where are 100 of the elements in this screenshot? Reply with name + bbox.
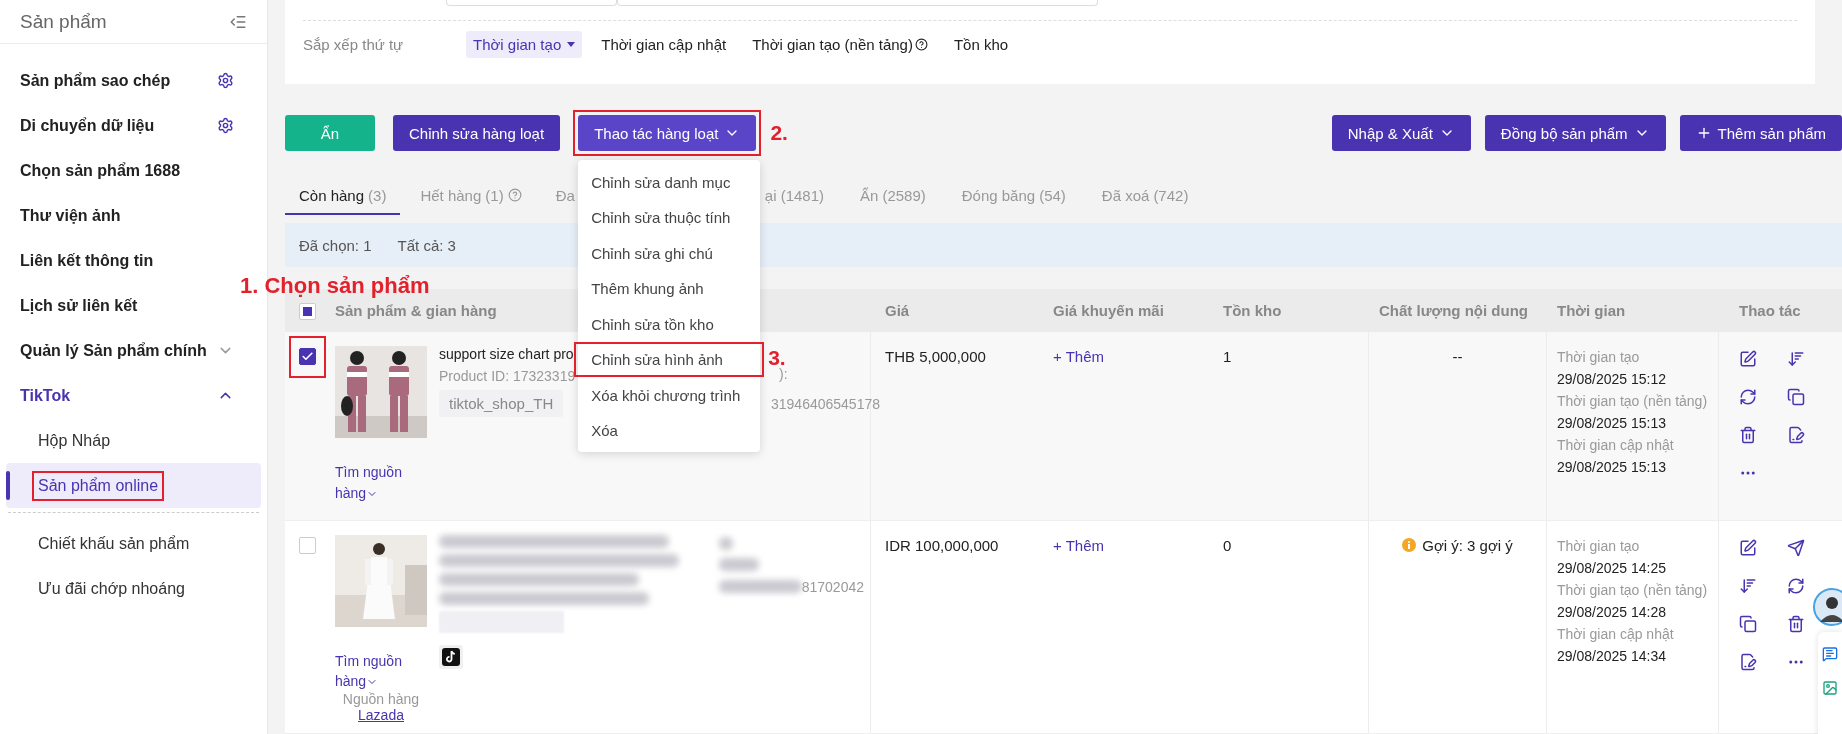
copy-icon[interactable] bbox=[1739, 614, 1757, 633]
find-source-link[interactable]: Tìm nguồn hàng bbox=[335, 462, 415, 504]
stock: 1 bbox=[1223, 348, 1233, 366]
sort-option[interactable]: Thời gian cập nhật bbox=[594, 31, 734, 58]
toolbar-button[interactable]: Nhập & Xuất bbox=[1331, 115, 1471, 152]
selection-bar bbox=[6, 471, 10, 500]
toolbar-button[interactable]: Thao tác hàng loạt bbox=[578, 115, 757, 152]
quality-hint: Gợi ý: 3 gợi ý bbox=[1402, 536, 1513, 554]
input-field[interactable] bbox=[446, 0, 617, 6]
column-header: Tồn kho bbox=[1222, 302, 1283, 320]
sort-option[interactable]: Thời gian tạo bbox=[466, 31, 583, 58]
send-icon[interactable] bbox=[1787, 538, 1805, 557]
menu-item[interactable]: Chỉnh sửa hình ảnh bbox=[578, 341, 761, 378]
time-value: 29/08/2025 14:28 bbox=[1557, 602, 1667, 622]
toolbar-button[interactable]: Chỉnh sửa hàng loạt bbox=[393, 115, 561, 152]
total-count: Tất cả: 3 bbox=[397, 236, 456, 254]
sort-icon[interactable] bbox=[1739, 576, 1757, 595]
time-label: Thời gian cập nhật bbox=[1557, 624, 1675, 644]
sidebar-item[interactable]: Hộp Nháp bbox=[6, 418, 261, 463]
copy-icon[interactable] bbox=[1787, 388, 1805, 407]
select-all-checkbox[interactable] bbox=[299, 302, 316, 320]
sort-option[interactable]: Tồn kho bbox=[946, 31, 1016, 58]
image-icon[interactable] bbox=[1822, 680, 1838, 696]
chat-icon[interactable] bbox=[1822, 646, 1838, 662]
input-field[interactable] bbox=[617, 0, 1098, 6]
selected-count: Đã chọn: 1 bbox=[299, 236, 372, 254]
time-value: 29/08/2025 14:25 bbox=[1557, 558, 1667, 578]
menu-item[interactable]: Xóa bbox=[578, 412, 761, 449]
tab[interactable]: Còn hàng (3) bbox=[285, 177, 401, 216]
column-header: Giá bbox=[884, 302, 911, 320]
sort-option[interactable]: Thời gian tạo (nền tảng) bbox=[745, 31, 935, 58]
sidebar-item[interactable]: Liên kết thông tin bbox=[0, 238, 238, 283]
time-value: 29/08/2025 15:13 bbox=[1557, 414, 1667, 434]
time-label: Thời gian tạo bbox=[1557, 536, 1641, 556]
sidebar-item[interactable]: Di chuyển dữ liệu bbox=[0, 103, 238, 148]
edit-icon[interactable] bbox=[1739, 350, 1757, 369]
add-product-button[interactable]: Thêm sản phẩm bbox=[1679, 115, 1842, 152]
sidebar-title: Sản phẩm bbox=[20, 10, 107, 33]
add-promo-link[interactable]: + Thêm bbox=[1053, 536, 1195, 554]
price: THB 5,000,000 bbox=[885, 348, 987, 366]
sort-label: Sắp xếp thứ tự bbox=[303, 36, 405, 53]
time-label: Thời gian cập nhật bbox=[1557, 436, 1675, 456]
time-value: 29/08/2025 15:13 bbox=[1557, 458, 1667, 478]
time-label: Thời gian tạo bbox=[1557, 348, 1641, 368]
column-header: Thao tác bbox=[1738, 302, 1802, 320]
menu-item[interactable]: Chỉnh sửa tồn kho bbox=[578, 306, 761, 342]
source-link[interactable]: Lazada bbox=[358, 707, 404, 724]
sku-text: 81702042 bbox=[801, 578, 864, 595]
sidebar-item[interactable]: Sản phẩm sao chép bbox=[0, 58, 238, 103]
sidebar-group[interactable]: Quản lý Sản phẩm chính bbox=[0, 328, 238, 373]
source-label: Nguồn hàng bbox=[342, 691, 420, 708]
sidebar-group[interactable]: TikTok bbox=[0, 373, 238, 418]
trash-icon[interactable] bbox=[1739, 426, 1757, 445]
add-promo-link[interactable]: + Thêm bbox=[1053, 348, 1195, 366]
blurred-text bbox=[719, 536, 733, 550]
settings-icon[interactable] bbox=[217, 72, 234, 89]
annotation-label: 1. Chọn sản phẩm bbox=[240, 272, 430, 298]
column-header: Chất lượng nội dung bbox=[1378, 302, 1529, 320]
sku-text: 31946406545178 bbox=[771, 396, 880, 413]
time-value: 29/08/2025 15:12 bbox=[1557, 370, 1667, 390]
annotation-label: 3. bbox=[768, 345, 786, 369]
sidebar-item[interactable]: Chọn sản phẩm 1688 bbox=[0, 148, 238, 193]
info-icon bbox=[1402, 538, 1417, 553]
sort-icon[interactable] bbox=[1787, 350, 1805, 369]
menu-item[interactable]: Chỉnh sửa thuộc tính bbox=[578, 199, 761, 236]
sidebar-item[interactable]: Lịch sử liên kết bbox=[0, 283, 238, 328]
checkbox[interactable] bbox=[299, 348, 316, 366]
menu-item[interactable]: Chỉnh sửa ghi chú bbox=[578, 235, 761, 271]
avatar bbox=[1812, 588, 1842, 626]
shop-tag: tiktok_shop_TH bbox=[439, 390, 564, 418]
column-header: Sản phẩm & gian hàng bbox=[334, 302, 498, 320]
time-label: Thời gian tạo (nền tảng) bbox=[1557, 392, 1709, 412]
caret-icon bbox=[567, 42, 576, 47]
product-id: Product ID: 17323319 bbox=[439, 368, 576, 385]
sidebar-item[interactable]: Ưu đãi chớp nhoáng bbox=[6, 566, 261, 611]
note-edit-icon[interactable] bbox=[1739, 652, 1757, 671]
time-label: Thời gian tạo (nền tảng) bbox=[1557, 580, 1709, 600]
toolbar-button[interactable]: Đồng bộ sản phẩm bbox=[1484, 115, 1666, 152]
annotation-label: 2. bbox=[770, 121, 788, 146]
find-source-link[interactable]: Tìm nguồn hàng bbox=[335, 650, 415, 692]
settings-icon[interactable] bbox=[217, 117, 234, 134]
menu-item[interactable]: Xóa khỏi chương trình bbox=[578, 377, 761, 413]
trash-icon[interactable] bbox=[1787, 614, 1805, 633]
quality-value: -- bbox=[1452, 348, 1463, 366]
menu-item[interactable]: Chỉnh sửa danh mục bbox=[578, 164, 761, 200]
menu-item[interactable]: Thêm khung ảnh bbox=[578, 270, 761, 307]
sidebar-item[interactable]: Chiết khấu sản phẩm bbox=[6, 521, 261, 566]
column-header: Giá khuyến mãi bbox=[1052, 302, 1165, 320]
edit-icon[interactable] bbox=[1739, 538, 1757, 557]
blurred-text bbox=[719, 557, 759, 571]
sync-icon[interactable] bbox=[1787, 576, 1805, 595]
sync-icon[interactable] bbox=[1739, 388, 1757, 407]
stock: 0 bbox=[1223, 536, 1233, 554]
time-value: 29/08/2025 14:34 bbox=[1557, 646, 1667, 666]
sku-text: ): bbox=[779, 366, 789, 383]
product-name: support size chart pro bbox=[439, 346, 575, 363]
price: IDR 100,000,000 bbox=[885, 536, 1000, 554]
sidebar-item[interactable]: Thư viện ảnh bbox=[0, 193, 238, 238]
note-edit-icon[interactable] bbox=[1787, 426, 1805, 445]
sidebar-item[interactable]: Sản phẩm online bbox=[6, 463, 261, 508]
